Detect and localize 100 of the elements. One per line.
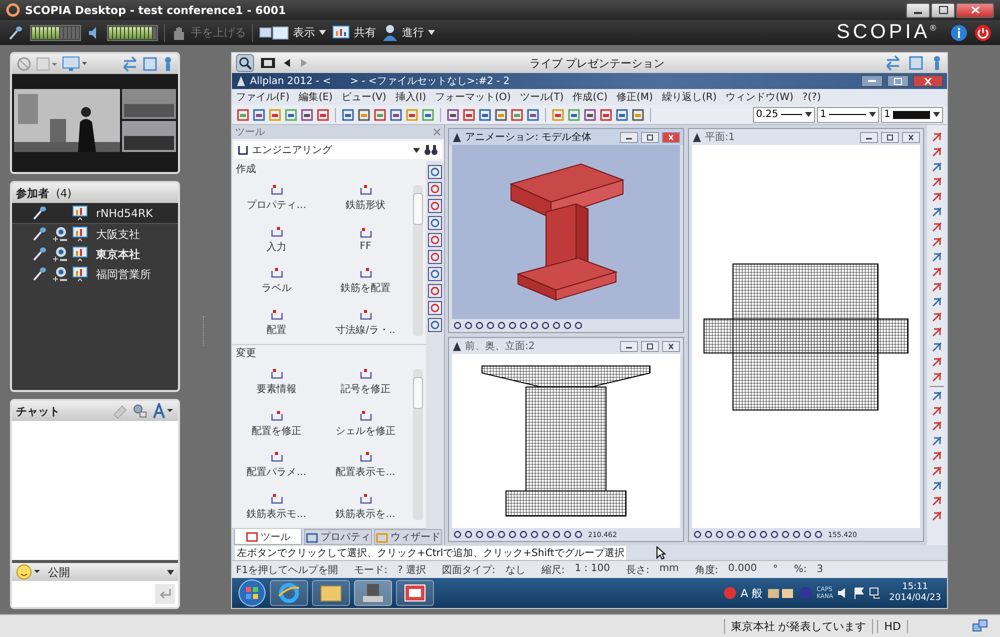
toolbar-icon[interactable] bbox=[462, 108, 476, 122]
microphone-icon[interactable] bbox=[8, 24, 24, 40]
participant-row[interactable]: 福岡営業所 bbox=[12, 264, 178, 284]
webcam-icon[interactable] bbox=[52, 266, 68, 282]
pin-icon[interactable] bbox=[931, 55, 943, 71]
tool-button[interactable]: 配置を修正 bbox=[232, 402, 321, 444]
panel-tab[interactable]: ツール bbox=[234, 529, 302, 545]
menu-item[interactable]: ?(?) bbox=[802, 92, 821, 102]
maximize-button[interactable] bbox=[887, 75, 909, 87]
pin-icon[interactable] bbox=[162, 56, 174, 72]
font-icon[interactable] bbox=[152, 403, 174, 419]
tool-button[interactable]: 配置表示モ... bbox=[321, 444, 410, 486]
monitor-icon[interactable] bbox=[62, 56, 88, 72]
toolbar-icon[interactable] bbox=[931, 131, 943, 143]
palette-tab-icon[interactable] bbox=[428, 284, 442, 298]
toolbar-icon[interactable] bbox=[252, 108, 266, 122]
toolbar-icon[interactable] bbox=[931, 356, 943, 368]
flag-icon[interactable] bbox=[853, 587, 866, 599]
webcam-icon[interactable] bbox=[52, 226, 68, 242]
toolbar-icon[interactable] bbox=[931, 480, 943, 492]
tool-button[interactable]: 要素情報 bbox=[232, 361, 321, 403]
toolbar-icon[interactable] bbox=[631, 108, 645, 122]
tool-button[interactable]: プロパティ... bbox=[232, 177, 321, 219]
toolbar-icon[interactable] bbox=[931, 266, 943, 278]
taskbar-app-button[interactable] bbox=[396, 580, 434, 606]
toolbar-icon[interactable] bbox=[931, 435, 943, 447]
menu-item[interactable]: ウィンドウ(W) bbox=[726, 90, 794, 104]
toolbar-icon[interactable] bbox=[316, 108, 330, 122]
toolbar-icon[interactable] bbox=[931, 495, 943, 507]
toolbar-icon[interactable] bbox=[478, 108, 492, 122]
power-icon[interactable] bbox=[974, 24, 992, 42]
info-icon[interactable] bbox=[950, 24, 968, 42]
close-icon[interactable] bbox=[902, 132, 920, 142]
toolbar-icon[interactable] bbox=[551, 108, 565, 122]
tray-icon[interactable] bbox=[766, 586, 795, 600]
close-button[interactable] bbox=[913, 75, 943, 87]
search-icon[interactable] bbox=[236, 54, 254, 72]
palette-tab-icon[interactable] bbox=[428, 301, 442, 315]
maximize-button[interactable] bbox=[931, 2, 955, 18]
menu-item[interactable]: ビュー(V) bbox=[342, 90, 386, 104]
panel-tab[interactable]: ウィザード bbox=[374, 529, 442, 545]
toolbar-icon[interactable] bbox=[931, 236, 943, 248]
tool-button[interactable]: 鉄筋を配置 bbox=[321, 260, 410, 302]
toolbar-icon[interactable] bbox=[931, 281, 943, 293]
palette-tab-icon[interactable] bbox=[428, 233, 442, 247]
toolbar-icon[interactable] bbox=[931, 510, 943, 522]
tool-button[interactable]: 鉄筋表示を... bbox=[321, 486, 410, 528]
toolbar-icon[interactable] bbox=[421, 108, 435, 122]
viewport-title-bar[interactable]: 前、奥、立面:2 bbox=[449, 338, 683, 354]
binoculars-icon[interactable] bbox=[424, 144, 438, 156]
tool-button[interactable]: ラベル bbox=[232, 260, 321, 302]
swap-icon[interactable] bbox=[122, 56, 138, 72]
minimize-icon[interactable] bbox=[620, 340, 638, 352]
toolbar-icon[interactable] bbox=[599, 108, 613, 122]
scrollbar[interactable] bbox=[413, 369, 423, 520]
toolbar-icon[interactable] bbox=[583, 108, 597, 122]
toolbar-icon[interactable] bbox=[567, 108, 581, 122]
network-icon[interactable] bbox=[869, 587, 882, 599]
microphone-icon[interactable] bbox=[32, 205, 48, 221]
presentation-icon[interactable] bbox=[72, 246, 88, 262]
ime-indicator[interactable]: A 般 bbox=[740, 586, 763, 600]
menu-item[interactable]: フォーマット(O) bbox=[435, 90, 511, 104]
fullscreen-icon[interactable] bbox=[908, 55, 924, 71]
toolbar-icon[interactable] bbox=[931, 311, 943, 323]
panel-tab[interactable]: プロパティ bbox=[304, 529, 372, 545]
start-button[interactable] bbox=[238, 579, 266, 607]
tool-button[interactable]: シェルを修正 bbox=[321, 402, 410, 444]
swap-icon[interactable] bbox=[885, 55, 901, 71]
tool-button[interactable]: 配置パラメ... bbox=[232, 444, 321, 486]
menu-item[interactable]: ツール(T) bbox=[520, 90, 564, 104]
taskbar-app-button[interactable] bbox=[354, 580, 392, 606]
toolbar-icon[interactable] bbox=[931, 221, 943, 233]
taskbar-app-button[interactable] bbox=[312, 580, 350, 606]
tool-button[interactable]: 鉄筋形状 bbox=[321, 177, 410, 219]
minimize-button[interactable] bbox=[861, 75, 883, 87]
presentation-icon[interactable] bbox=[72, 266, 88, 282]
maximize-icon[interactable] bbox=[641, 132, 659, 142]
scrollbar[interactable] bbox=[413, 185, 423, 336]
toolbar-icon[interactable] bbox=[931, 176, 943, 188]
tool-button[interactable]: 鉄筋表示モ... bbox=[232, 486, 321, 528]
participant-row[interactable]: rNHd54RK bbox=[12, 203, 178, 224]
maximize-icon[interactable] bbox=[641, 340, 659, 352]
toolbar-icon[interactable] bbox=[931, 450, 943, 462]
toolbar-icon[interactable] bbox=[931, 146, 943, 158]
color-dropdown[interactable]: 1 bbox=[881, 106, 943, 122]
tool-button[interactable]: 記号を修正 bbox=[321, 361, 410, 403]
filmstrip-icon[interactable] bbox=[261, 58, 275, 68]
toolbar-icon[interactable] bbox=[300, 108, 314, 122]
toolbar-icon[interactable] bbox=[357, 108, 371, 122]
palette-tab-icon[interactable] bbox=[428, 165, 442, 179]
toolbar-icon[interactable] bbox=[373, 108, 387, 122]
toolbar-icon[interactable] bbox=[389, 108, 403, 122]
palette-tab-icon[interactable] bbox=[428, 182, 442, 196]
palette-tab-icon[interactable] bbox=[428, 267, 442, 281]
toolbar-icon[interactable] bbox=[494, 108, 508, 122]
toolbar-icon[interactable] bbox=[446, 108, 460, 122]
viewport-title-bar[interactable]: アニメーション: モデル全体 bbox=[449, 129, 683, 145]
menu-item[interactable]: 繰り返し(R) bbox=[662, 90, 717, 104]
toolbar-icon[interactable] bbox=[931, 251, 943, 263]
palette-tab-icon[interactable] bbox=[428, 318, 442, 332]
